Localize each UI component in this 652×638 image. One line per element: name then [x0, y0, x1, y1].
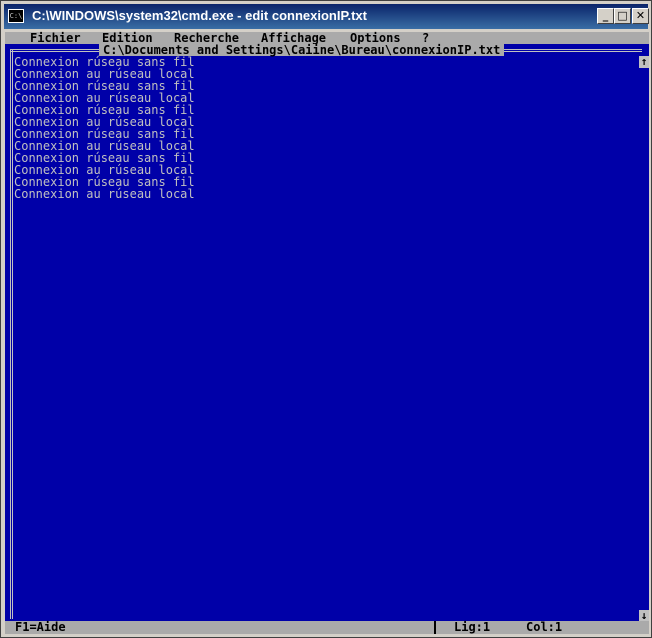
console-area: Fichier Edition Recherche Affichage Opti… — [5, 32, 649, 634]
status-line: Lig:1 — [454, 620, 491, 634]
title-bar[interactable]: C:\ C:\WINDOWS\system32\cmd.exe - edit c… — [4, 4, 649, 29]
close-button[interactable]: ✕ — [632, 8, 649, 24]
cmd-icon: C:\ — [8, 9, 24, 23]
text-editor[interactable]: Connexion rúseau sans fil Connexion au r… — [14, 56, 637, 200]
status-bar: F1=Aide Lig:1 Col:1 — [5, 621, 649, 634]
scroll-up-icon[interactable]: ↑ — [639, 56, 649, 68]
maximize-button[interactable]: □ — [614, 8, 631, 24]
editor-line[interactable]: Connexion au rúseau local — [14, 188, 637, 200]
minimize-button[interactable]: _ — [597, 8, 614, 24]
status-separator — [434, 621, 436, 634]
status-column: Col:1 — [526, 620, 563, 634]
editor-frame-left — [10, 49, 13, 619]
status-help: F1=Aide — [15, 620, 66, 634]
window-title: C:\WINDOWS\system32\cmd.exe - edit conne… — [32, 8, 367, 23]
edit-window: C:\ C:\WINDOWS\system32\cmd.exe - edit c… — [0, 0, 652, 638]
menu-fichier[interactable]: Fichier — [30, 32, 81, 44]
vertical-scrollbar[interactable]: ↑ ↓ — [639, 56, 649, 622]
